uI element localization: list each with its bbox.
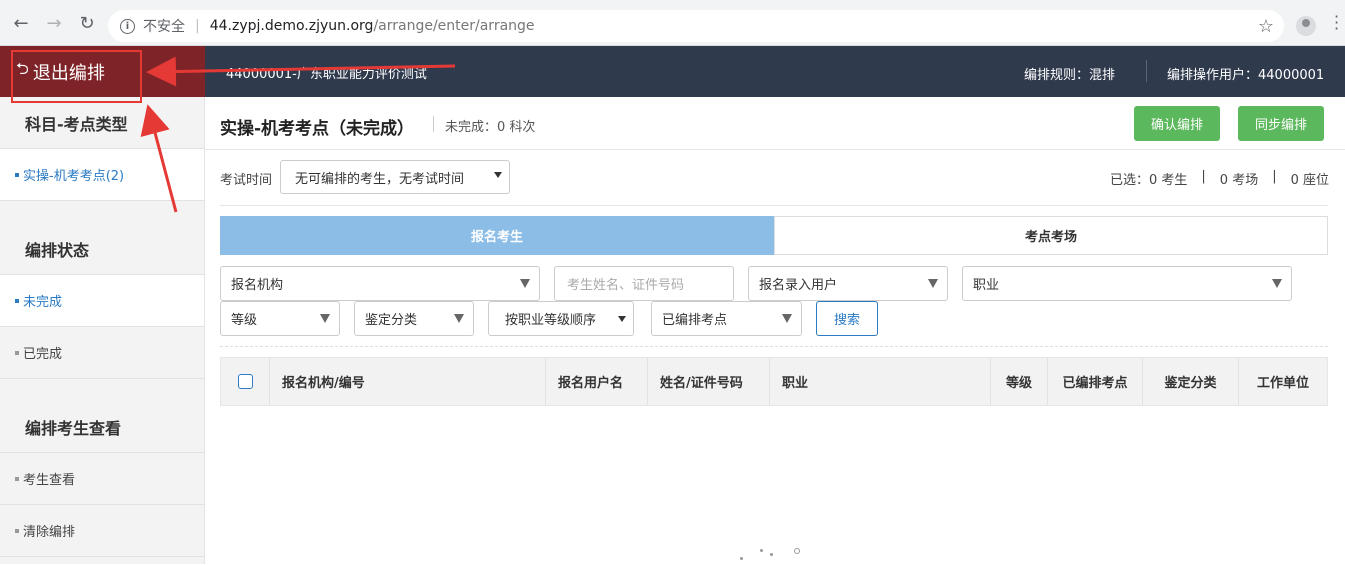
sidebar: 科目-考点类型 实操-机考考点(2) 编排状态 未完成 已完成 编排考生查看 考… bbox=[0, 97, 205, 564]
loading-spinner-icon bbox=[738, 545, 808, 565]
annotation-highlight-box bbox=[11, 50, 142, 103]
browser-menu-icon[interactable]: · · · bbox=[1334, 9, 1339, 37]
column-header[interactable]: 报名用户名 bbox=[546, 358, 648, 405]
sidebar-item-practical-exam[interactable]: 实操-机考考点(2) bbox=[0, 149, 204, 201]
subject-heading: 科目-考点类型 bbox=[0, 97, 204, 149]
column-header[interactable]: 鉴定分类 bbox=[1143, 358, 1239, 405]
selected-students: 已选：0 考生 bbox=[1110, 173, 1188, 188]
arrange-user: 编排操作用户：44000001 bbox=[1167, 68, 1325, 83]
column-header[interactable]: 工作单位 bbox=[1239, 358, 1327, 405]
arrange-rule: 编排规则：混排 bbox=[1024, 68, 1116, 83]
sidebar-item-label: 清除编排 bbox=[23, 525, 76, 540]
search-button[interactable]: 搜索 bbox=[816, 301, 878, 336]
occupation-select[interactable]: 职业 bbox=[962, 266, 1292, 301]
caret-down-icon bbox=[618, 316, 626, 322]
column-header[interactable]: 报名机构/编号 bbox=[270, 358, 546, 405]
caret-down-icon bbox=[320, 314, 330, 323]
view-heading: 编排考生查看 bbox=[0, 379, 204, 453]
sidebar-item-incomplete[interactable]: 未完成 bbox=[0, 275, 204, 327]
selected-seats: 0 座位 bbox=[1290, 173, 1329, 188]
tab-registered-students[interactable]: 报名考生 bbox=[220, 216, 774, 255]
select-all-cell bbox=[221, 358, 270, 405]
info-icon[interactable]: i bbox=[120, 18, 135, 34]
section-divider bbox=[220, 205, 1328, 206]
dashed-divider bbox=[220, 346, 1328, 347]
caret-down-icon bbox=[454, 314, 464, 323]
bookmark-star-icon[interactable]: ☆ bbox=[1258, 16, 1274, 37]
sidebar-item-complete[interactable]: 已完成 bbox=[0, 327, 204, 379]
title-divider bbox=[433, 116, 434, 132]
url-divider: | bbox=[195, 18, 200, 34]
arranged-site-value: 已编排考点 bbox=[662, 313, 728, 328]
page-title: 实操-机考考点（未完成） bbox=[220, 119, 415, 139]
category-value: 鉴定分类 bbox=[365, 313, 418, 328]
reload-icon[interactable]: ↻ bbox=[76, 12, 98, 34]
exam-title: 44000001-广东职业能力评价测试 bbox=[226, 67, 427, 82]
column-header[interactable]: 职业 bbox=[770, 358, 991, 405]
name-id-placeholder: 考生姓名、证件号码 bbox=[567, 278, 685, 293]
exam-time-value: 无可编排的考生，无考试时间 bbox=[295, 171, 465, 187]
entry-user-value: 报名录入用户 bbox=[759, 278, 838, 293]
sidebar-item-label: 已完成 bbox=[23, 347, 63, 362]
url-host: 44.zypj.demo.zjyun.org bbox=[209, 18, 374, 34]
progress-count: 未完成：0 科次 bbox=[445, 120, 536, 135]
column-header[interactable]: 姓名/证件号码 bbox=[648, 358, 770, 405]
status-heading: 编排状态 bbox=[0, 201, 204, 275]
caret-down-icon bbox=[520, 279, 530, 288]
column-header[interactable]: 已编排考点 bbox=[1048, 358, 1143, 405]
level-value: 等级 bbox=[231, 313, 258, 328]
stat-divider: | bbox=[1201, 169, 1206, 184]
caret-down-icon bbox=[1272, 279, 1282, 288]
main-content: 实操-机考考点（未完成） 未完成：0 科次 确认编排 同步编排 考试时间 无可编… bbox=[205, 97, 1345, 564]
category-select[interactable]: 鉴定分类 bbox=[354, 301, 474, 336]
header-divider bbox=[205, 149, 1345, 150]
back-icon[interactable]: ← bbox=[10, 12, 32, 34]
name-id-search-input[interactable]: 考生姓名、证件号码 bbox=[554, 266, 734, 301]
entry-user-select[interactable]: 报名录入用户 bbox=[748, 266, 948, 301]
bullet-icon bbox=[15, 528, 19, 533]
address-bar[interactable]: i 不安全 | 44.zypj.demo.zjyun.org/arrange/e… bbox=[108, 10, 1284, 42]
order-select[interactable]: 按职业等级顺序 bbox=[488, 301, 634, 336]
bullet-icon bbox=[15, 476, 19, 481]
bullet-icon bbox=[15, 350, 19, 355]
header-divider bbox=[1146, 60, 1147, 82]
caret-down-icon bbox=[782, 314, 792, 323]
students-table-header: 报名机构/编号 报名用户名 姓名/证件号码 职业 等级 已编排考点 鉴定分类 工… bbox=[220, 357, 1328, 406]
selection-summary: 已选：0 考生 | 0 考场 | 0 座位 bbox=[1110, 169, 1329, 188]
profile-avatar-icon[interactable] bbox=[1296, 16, 1316, 36]
sidebar-item-label: 未完成 bbox=[23, 295, 63, 310]
org-select[interactable]: 报名机构 bbox=[220, 266, 540, 301]
app-header: ⮌ 退出编排 44000001-广东职业能力评价测试 编排规则：混排 编排操作用… bbox=[0, 46, 1345, 97]
sidebar-item-clear-arrange[interactable]: 清除编排 bbox=[0, 505, 204, 557]
stat-divider: | bbox=[1272, 169, 1277, 184]
select-all-checkbox[interactable] bbox=[237, 374, 253, 389]
caret-down-icon bbox=[928, 279, 938, 288]
url-path: /arrange/enter/arrange bbox=[373, 18, 535, 34]
arranged-site-select[interactable]: 已编排考点 bbox=[651, 301, 802, 336]
bullet-icon bbox=[15, 172, 19, 177]
confirm-arrange-button[interactable]: 确认编排 bbox=[1134, 106, 1221, 141]
occupation-value: 职业 bbox=[973, 278, 1000, 293]
browser-toolbar: ← → ↻ i 不安全 | 44.zypj.demo.zjyun.org/arr… bbox=[0, 0, 1345, 46]
level-select[interactable]: 等级 bbox=[220, 301, 340, 336]
forward-icon[interactable]: → bbox=[43, 12, 65, 34]
exam-time-label: 考试时间 bbox=[220, 173, 273, 188]
caret-down-icon bbox=[494, 172, 502, 178]
security-label: 不安全 bbox=[143, 19, 185, 35]
sidebar-item-view-students[interactable]: 考生查看 bbox=[0, 453, 204, 505]
order-value: 按职业等级顺序 bbox=[505, 313, 597, 328]
sync-arrange-button[interactable]: 同步编排 bbox=[1238, 106, 1325, 141]
bullet-icon bbox=[15, 298, 19, 303]
column-header[interactable]: 等级 bbox=[991, 358, 1048, 405]
org-select-value: 报名机构 bbox=[231, 278, 284, 293]
selected-rooms: 0 考场 bbox=[1219, 173, 1259, 188]
tab-exam-sites[interactable]: 考点考场 bbox=[774, 216, 1328, 255]
sidebar-item-label: 实操-机考考点(2) bbox=[23, 169, 125, 184]
sidebar-item-label: 考生查看 bbox=[23, 473, 76, 488]
exam-time-select[interactable]: 无可编排的考生，无考试时间 bbox=[280, 160, 510, 194]
